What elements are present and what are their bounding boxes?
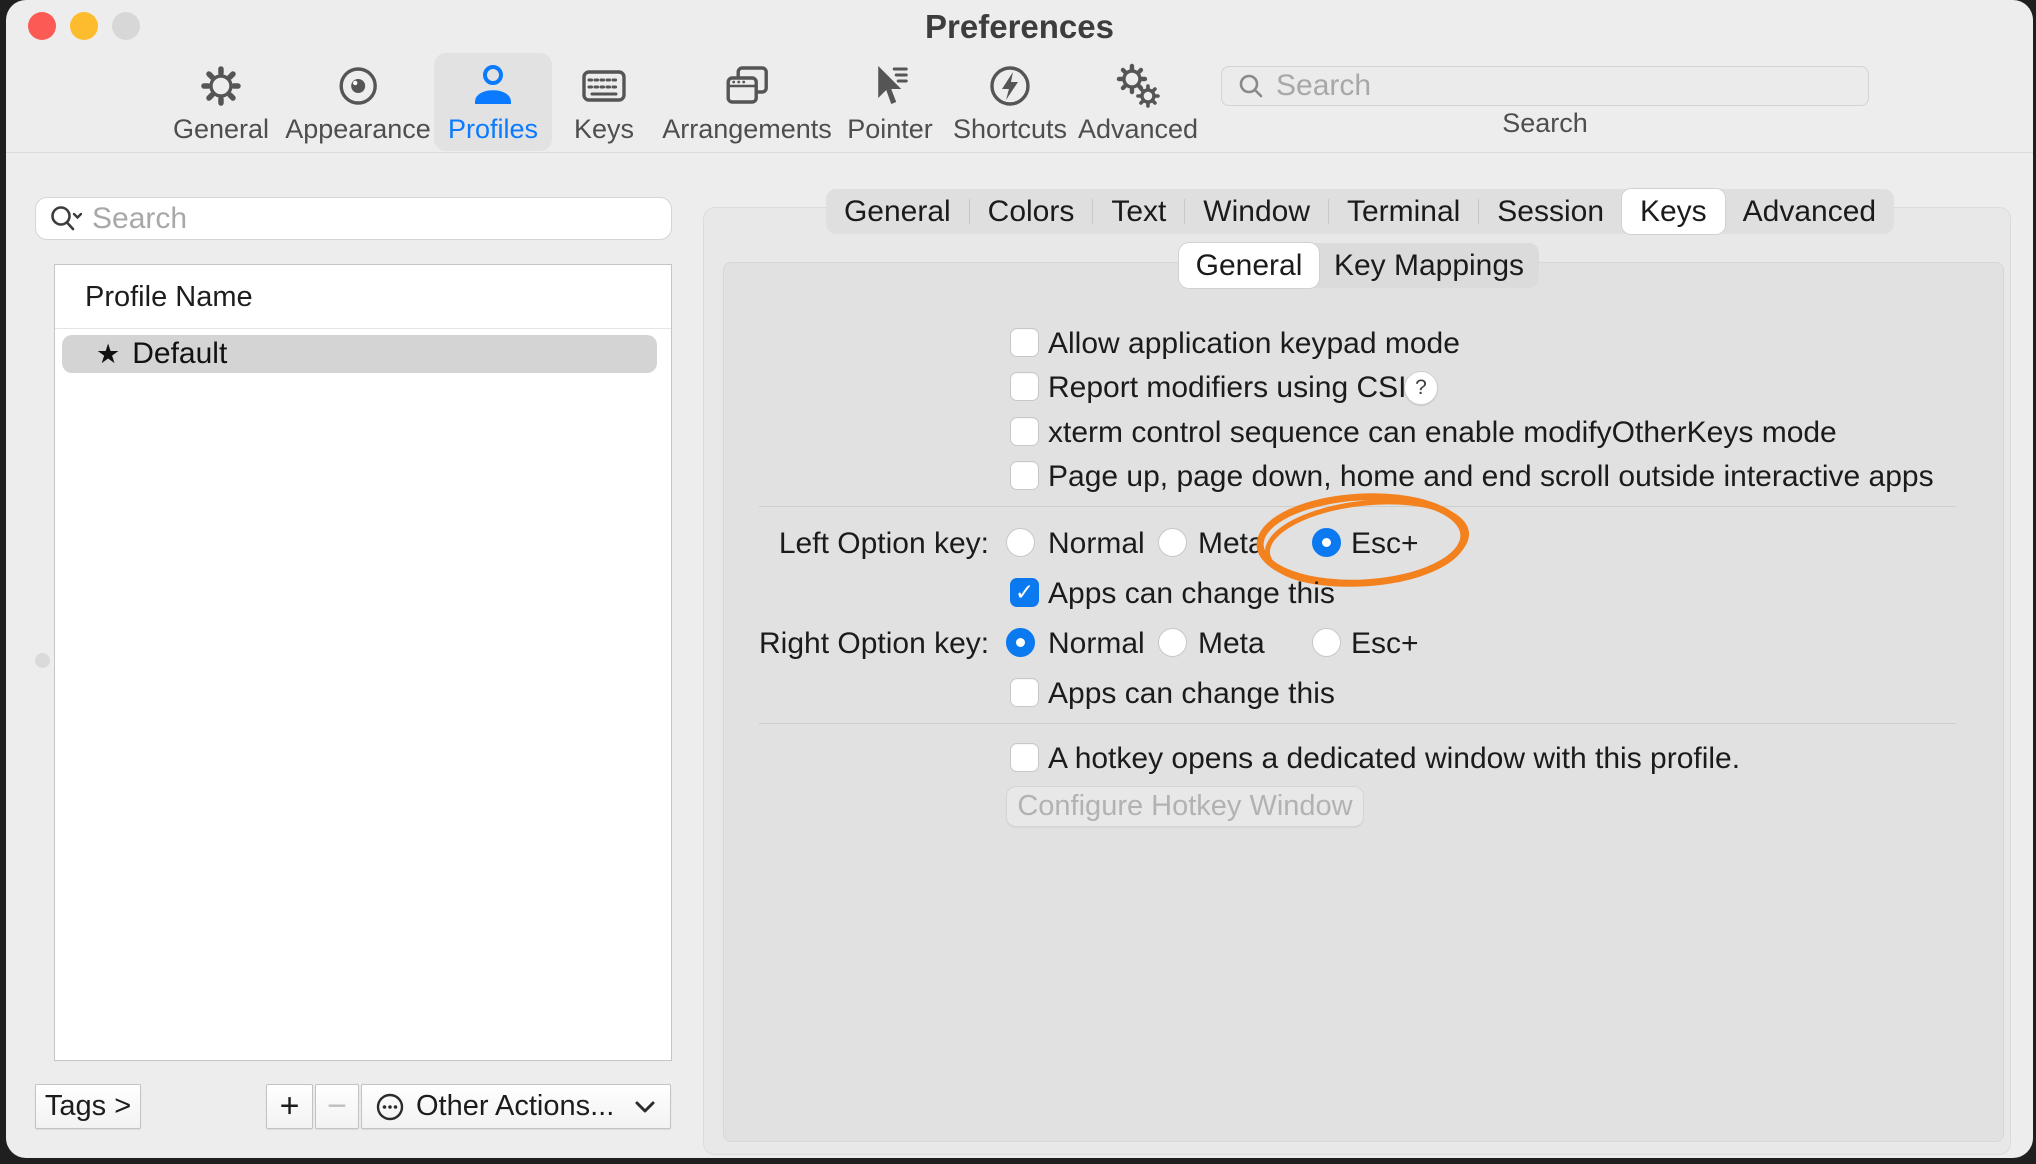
gear-icon <box>195 60 247 112</box>
left-option-key-label: Left Option key: <box>759 527 989 561</box>
bolt-circle-icon <box>984 60 1036 112</box>
tab-general[interactable]: General <box>826 189 969 234</box>
toolbar-label: Shortcuts <box>953 114 1067 145</box>
other-actions-label: Other Actions... <box>416 1090 614 1123</box>
checkbox-left-apps-can-change[interactable]: ✓ <box>1010 578 1039 607</box>
radio-right-meta[interactable] <box>1158 628 1187 657</box>
toolbar-item-general[interactable]: General <box>159 53 283 151</box>
radio-label: Normal <box>1048 627 1145 661</box>
checkbox-label: xterm control sequence can enable modify… <box>1048 416 1837 450</box>
window-title: Preferences <box>6 8 2033 46</box>
pane-resize-handle[interactable] <box>35 653 50 668</box>
chevron-down-icon <box>634 1100 656 1114</box>
tab-session[interactable]: Session <box>1479 189 1622 234</box>
profile-tabbar: General Colors Text Window Terminal Sess… <box>826 189 1894 234</box>
checkbox-right-apps-can-change[interactable] <box>1010 678 1039 707</box>
search-placeholder: Search <box>1276 69 1371 103</box>
radio-right-normal[interactable] <box>1006 628 1035 657</box>
radio-label: Esc+ <box>1351 627 1419 661</box>
profile-list: Profile Name ★ Default <box>54 264 672 1061</box>
toolbar-label: Pointer <box>847 114 933 145</box>
subtab-key-mappings[interactable]: Key Mappings <box>1319 243 1539 288</box>
checkbox-label: Page up, page down, home and end scroll … <box>1048 460 1934 494</box>
remove-profile-button[interactable]: − <box>315 1084 359 1129</box>
profile-name: Default <box>132 337 227 371</box>
right-option-key-label: Right Option key: <box>759 627 989 661</box>
subtab-general[interactable]: General <box>1179 243 1319 288</box>
other-actions-dropdown[interactable]: Other Actions... <box>361 1084 671 1129</box>
person-icon <box>467 60 519 112</box>
checkbox-label: Apps can change this <box>1048 577 1335 611</box>
tab-keys[interactable]: Keys <box>1622 189 1725 234</box>
checkbox-modify-other-keys[interactable] <box>1010 417 1039 446</box>
profile-search-input[interactable]: Search <box>35 197 672 240</box>
configure-hotkey-window-button[interactable]: Configure Hotkey Window <box>1006 786 1364 827</box>
toolbar-label: Appearance <box>285 114 431 145</box>
search-filter-icon <box>48 204 82 234</box>
checkbox-label: Apps can change this <box>1048 677 1335 711</box>
toolbar-search-label: Search <box>1221 108 1869 139</box>
screen: Preferences General Appearance Profiles <box>0 0 2036 1164</box>
toolbar-item-appearance[interactable]: Appearance <box>271 53 445 151</box>
checkbox-scroll-outside-apps[interactable] <box>1010 461 1039 490</box>
toolbar-label: Advanced <box>1078 114 1198 145</box>
toolbar-item-keys[interactable]: Keys <box>560 53 648 151</box>
search-icon <box>1236 71 1266 101</box>
gears-icon <box>1112 60 1164 112</box>
keyboard-icon <box>578 60 630 112</box>
tab-terminal[interactable]: Terminal <box>1329 189 1478 234</box>
radio-right-esc[interactable] <box>1312 628 1341 657</box>
toolbar-label: General <box>173 114 269 145</box>
toolbar-item-arrangements[interactable]: Arrangements <box>648 53 846 151</box>
checkbox-keypad-mode[interactable] <box>1010 328 1039 357</box>
checkbox-label: A hotkey opens a dedicated window with t… <box>1048 742 1740 776</box>
tags-button[interactable]: Tags > <box>35 1084 141 1129</box>
checkbox-csi-u[interactable] <box>1010 372 1039 401</box>
toolbar-item-advanced[interactable]: Advanced <box>1064 53 1212 151</box>
toolbar-label: Profiles <box>448 114 538 145</box>
toolbar-label: Keys <box>574 114 634 145</box>
toolbar-search-input[interactable]: Search <box>1221 66 1869 106</box>
profile-list-header: Profile Name <box>55 265 671 329</box>
toolbar-item-profiles[interactable]: Profiles <box>434 53 552 151</box>
checkbox-label: Report modifiers using CSI u <box>1048 371 1432 405</box>
ellipsis-circle-icon <box>374 1091 406 1123</box>
tab-colors[interactable]: Colors <box>970 189 1093 234</box>
profile-row-default[interactable]: ★ Default <box>62 335 657 373</box>
cursor-icon <box>864 60 916 112</box>
help-button[interactable]: ? <box>1404 371 1438 405</box>
tab-text[interactable]: Text <box>1093 189 1184 234</box>
preferences-window: Preferences General Appearance Profiles <box>6 0 2033 1158</box>
toolbar-divider <box>6 152 2033 153</box>
search-placeholder: Search <box>92 202 187 236</box>
toolbar-item-shortcuts[interactable]: Shortcuts <box>939 53 1081 151</box>
checkbox-label: Allow application keypad mode <box>1048 327 1460 361</box>
radio-label: Normal <box>1048 527 1145 561</box>
section-divider <box>759 723 1956 724</box>
tab-advanced[interactable]: Advanced <box>1725 189 1894 234</box>
radio-left-meta[interactable] <box>1158 528 1187 557</box>
radio-left-normal[interactable] <box>1006 528 1035 557</box>
windows-icon <box>721 60 773 112</box>
add-profile-button[interactable]: + <box>266 1084 313 1129</box>
toolbar-label: Arrangements <box>662 114 832 145</box>
toolbar-item-pointer[interactable]: Pointer <box>833 53 947 151</box>
radio-label: Meta <box>1198 627 1265 661</box>
checkbox-hotkey-window[interactable] <box>1010 743 1039 772</box>
star-icon: ★ <box>96 339 120 370</box>
keys-subtabs: General Key Mappings <box>1179 243 1539 288</box>
eye-icon <box>332 60 384 112</box>
tab-window[interactable]: Window <box>1185 189 1328 234</box>
